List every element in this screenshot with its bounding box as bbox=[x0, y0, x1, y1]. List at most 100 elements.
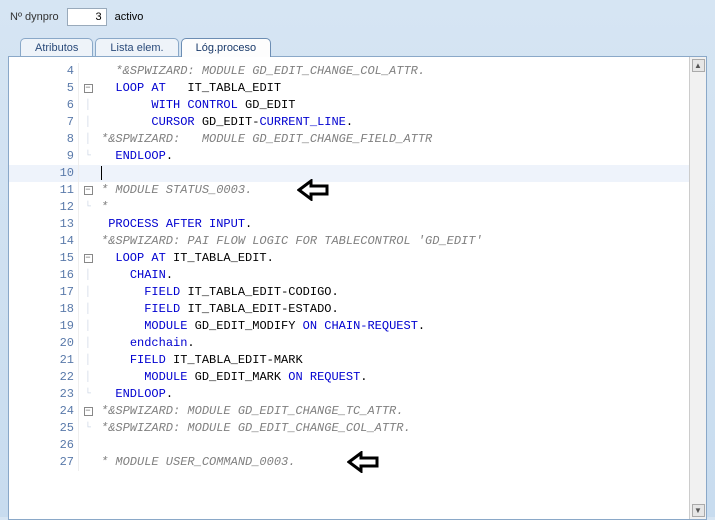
line-number: 27 bbox=[9, 454, 79, 471]
line-number: 9 bbox=[9, 148, 79, 165]
line-number: 6 bbox=[9, 97, 79, 114]
code-line[interactable]: 24−*&SPWIZARD: MODULE GD_EDIT_CHANGE_TC_… bbox=[9, 403, 689, 420]
code-line[interactable]: 14*&SPWIZARD: PAI FLOW LOGIC FOR TABLECO… bbox=[9, 233, 689, 250]
code-line[interactable]: 5− LOOP AT IT_TABLA_EDIT bbox=[9, 80, 689, 97]
code-text: * MODULE USER_COMMAND_0003. bbox=[97, 454, 689, 471]
vertical-scrollbar[interactable]: ▲ ▼ bbox=[689, 57, 706, 519]
tab-2[interactable]: Lóg.proceso bbox=[181, 38, 272, 57]
fold-marker: │ bbox=[79, 267, 97, 284]
line-number: 10 bbox=[9, 165, 79, 182]
code-line[interactable]: 25└*&SPWIZARD: MODULE GD_EDIT_CHANGE_COL… bbox=[9, 420, 689, 437]
fold-marker[interactable]: − bbox=[79, 80, 97, 97]
code-text: endchain. bbox=[97, 335, 689, 352]
line-number: 23 bbox=[9, 386, 79, 403]
line-number: 24 bbox=[9, 403, 79, 420]
fold-marker: │ bbox=[79, 318, 97, 335]
tab-strip: AtributosLista elem.Lóg.proceso bbox=[0, 34, 715, 56]
code-text: PROCESS AFTER INPUT. bbox=[97, 216, 689, 233]
code-line[interactable]: 21│ FIELD IT_TABLA_EDIT-MARK bbox=[9, 352, 689, 369]
code-text: * bbox=[97, 199, 689, 216]
code-text: *&SPWIZARD: MODULE GD_EDIT_CHANGE_FIELD_… bbox=[97, 131, 689, 148]
fold-marker: │ bbox=[79, 131, 97, 148]
fold-marker: └ bbox=[79, 148, 97, 165]
tab-0[interactable]: Atributos bbox=[20, 38, 93, 57]
code-text: ENDLOOP. bbox=[97, 386, 689, 403]
fold-marker[interactable]: − bbox=[79, 403, 97, 420]
line-number: 15 bbox=[9, 250, 79, 267]
line-number: 18 bbox=[9, 301, 79, 318]
code-text: WITH CONTROL GD_EDIT bbox=[97, 97, 689, 114]
line-number: 4 bbox=[9, 63, 79, 80]
code-text bbox=[97, 165, 689, 182]
code-text: FIELD IT_TABLA_EDIT-ESTADO. bbox=[97, 301, 689, 318]
code-text: ENDLOOP. bbox=[97, 148, 689, 165]
code-line[interactable]: 11−* MODULE STATUS_0003. bbox=[9, 182, 689, 199]
line-number: 25 bbox=[9, 420, 79, 437]
line-number: 22 bbox=[9, 369, 79, 386]
code-line[interactable]: 13 PROCESS AFTER INPUT. bbox=[9, 216, 689, 233]
code-text: CURSOR GD_EDIT-CURRENT_LINE. bbox=[97, 114, 689, 131]
code-text: MODULE GD_EDIT_MARK ON REQUEST. bbox=[97, 369, 689, 386]
fold-marker: └ bbox=[79, 199, 97, 216]
header-bar: Nº dynpro activo bbox=[0, 0, 715, 34]
code-line[interactable]: 16│ CHAIN. bbox=[9, 267, 689, 284]
fold-marker[interactable]: − bbox=[79, 182, 97, 199]
code-line[interactable]: 18│ FIELD IT_TABLA_EDIT-ESTADO. bbox=[9, 301, 689, 318]
code-line[interactable]: 8│*&SPWIZARD: MODULE GD_EDIT_CHANGE_FIEL… bbox=[9, 131, 689, 148]
fold-marker: │ bbox=[79, 301, 97, 318]
line-number: 20 bbox=[9, 335, 79, 352]
fold-marker: │ bbox=[79, 335, 97, 352]
scroll-up-button[interactable]: ▲ bbox=[692, 59, 705, 72]
code-line[interactable]: 15− LOOP AT IT_TABLA_EDIT. bbox=[9, 250, 689, 267]
line-number: 21 bbox=[9, 352, 79, 369]
fold-marker: │ bbox=[79, 114, 97, 131]
activo-label: activo bbox=[115, 11, 144, 23]
code-text: *&SPWIZARD: MODULE GD_EDIT_CHANGE_TC_ATT… bbox=[97, 403, 689, 420]
dynpro-label: Nº dynpro bbox=[10, 11, 59, 23]
line-number: 16 bbox=[9, 267, 79, 284]
code-line[interactable]: 7│ CURSOR GD_EDIT-CURRENT_LINE. bbox=[9, 114, 689, 131]
code-text: *&SPWIZARD: MODULE GD_EDIT_CHANGE_COL_AT… bbox=[97, 63, 689, 80]
line-number: 12 bbox=[9, 199, 79, 216]
code-line[interactable]: 12└* bbox=[9, 199, 689, 216]
code-text: MODULE GD_EDIT_MODIFY ON CHAIN-REQUEST. bbox=[97, 318, 689, 335]
editor-container: 4 *&SPWIZARD: MODULE GD_EDIT_CHANGE_COL_… bbox=[8, 56, 707, 520]
code-line[interactable]: 9└ ENDLOOP. bbox=[9, 148, 689, 165]
code-line[interactable]: 27 * MODULE USER_COMMAND_0003. bbox=[9, 454, 689, 471]
code-line[interactable]: 19│ MODULE GD_EDIT_MODIFY ON CHAIN-REQUE… bbox=[9, 318, 689, 335]
code-line[interactable]: 10 bbox=[9, 165, 689, 182]
fold-marker: └ bbox=[79, 386, 97, 403]
line-number: 19 bbox=[9, 318, 79, 335]
fold-marker[interactable]: − bbox=[79, 250, 97, 267]
code-line[interactable]: 17│ FIELD IT_TABLA_EDIT-CODIGO. bbox=[9, 284, 689, 301]
line-number: 17 bbox=[9, 284, 79, 301]
line-number: 5 bbox=[9, 80, 79, 97]
line-number: 13 bbox=[9, 216, 79, 233]
fold-marker: │ bbox=[79, 369, 97, 386]
code-text: CHAIN. bbox=[97, 267, 689, 284]
line-number: 8 bbox=[9, 131, 79, 148]
fold-marker: │ bbox=[79, 97, 97, 114]
code-line[interactable]: 22│ MODULE GD_EDIT_MARK ON REQUEST. bbox=[9, 369, 689, 386]
dynpro-input[interactable] bbox=[67, 8, 107, 26]
code-line[interactable]: 23└ ENDLOOP. bbox=[9, 386, 689, 403]
code-text: LOOP AT IT_TABLA_EDIT bbox=[97, 80, 689, 97]
code-text: FIELD IT_TABLA_EDIT-MARK bbox=[97, 352, 689, 369]
code-text: FIELD IT_TABLA_EDIT-CODIGO. bbox=[97, 284, 689, 301]
line-number: 11 bbox=[9, 182, 79, 199]
code-text: * MODULE STATUS_0003. bbox=[97, 182, 689, 199]
code-line[interactable]: 20│ endchain. bbox=[9, 335, 689, 352]
code-text: *&SPWIZARD: MODULE GD_EDIT_CHANGE_COL_AT… bbox=[97, 420, 689, 437]
code-line[interactable]: 26 bbox=[9, 437, 689, 454]
fold-marker: │ bbox=[79, 284, 97, 301]
pointer-arrow-icon bbox=[347, 451, 381, 475]
tab-1[interactable]: Lista elem. bbox=[95, 38, 178, 57]
line-number: 7 bbox=[9, 114, 79, 131]
fold-marker: │ bbox=[79, 352, 97, 369]
code-editor[interactable]: 4 *&SPWIZARD: MODULE GD_EDIT_CHANGE_COL_… bbox=[9, 57, 689, 519]
code-text: LOOP AT IT_TABLA_EDIT. bbox=[97, 250, 689, 267]
scroll-down-button[interactable]: ▼ bbox=[692, 504, 705, 517]
code-line[interactable]: 6│ WITH CONTROL GD_EDIT bbox=[9, 97, 689, 114]
fold-marker: └ bbox=[79, 420, 97, 437]
code-line[interactable]: 4 *&SPWIZARD: MODULE GD_EDIT_CHANGE_COL_… bbox=[9, 63, 689, 80]
